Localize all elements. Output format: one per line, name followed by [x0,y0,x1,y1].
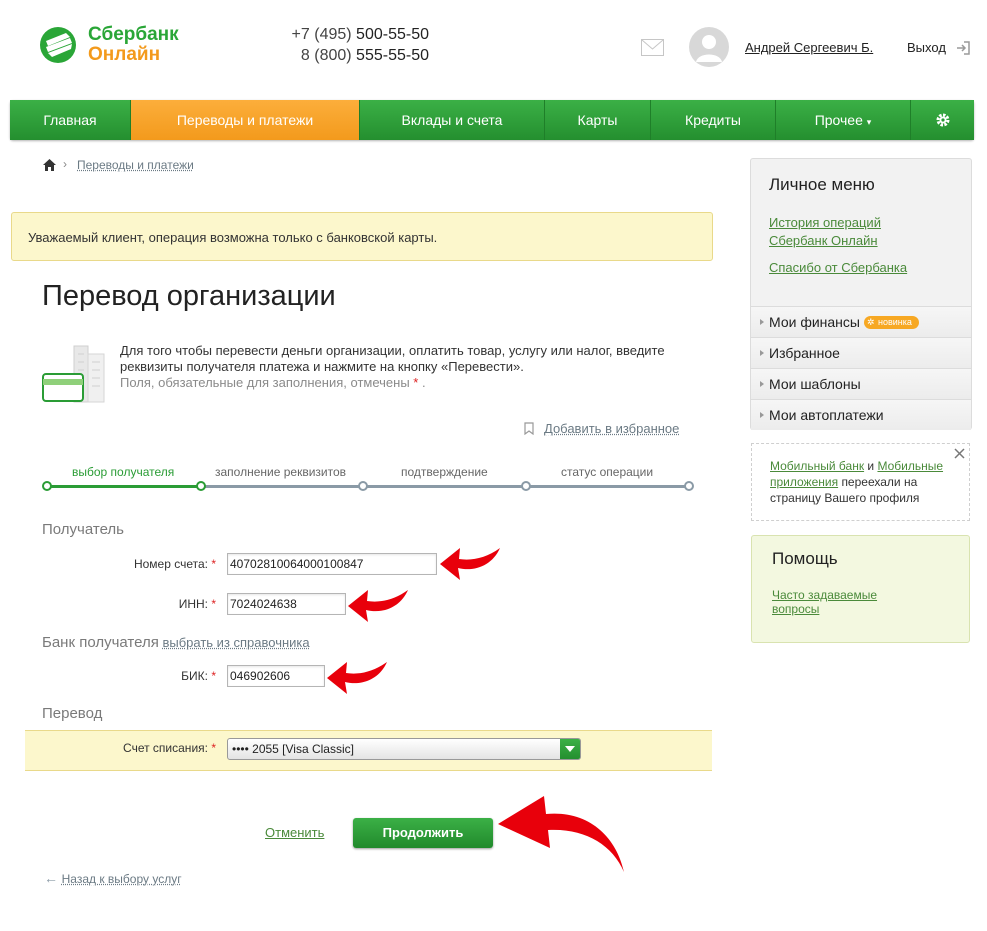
recipient-section-title: Получатель [42,521,124,538]
account-number-input[interactable]: 40702810064000100847 [227,553,437,575]
debit-account-value: •••• 2055 [Visa Classic] [232,742,354,756]
required-star: * [211,557,216,571]
chevron-down-icon: ▾ [866,117,872,127]
step-dot-1 [42,481,52,491]
step-label-3: подтверждение [401,465,488,479]
notice-banner: Уважаемый клиент, операция возможна толь… [11,212,713,261]
phone2-prefix: 8 (800) [300,47,352,64]
debit-account-select[interactable]: •••• 2055 [Visa Classic] [227,738,581,760]
debit-account-label: Счет списания: * [123,741,216,755]
mobile-notice: Мобильный банк и Мобильные приложения пе… [751,443,970,521]
nav-other-label: Прочее [814,112,863,128]
annotation-arrow-icon [440,548,500,580]
back-link-label: Назад к выбору услуг [61,872,182,886]
progress-steps: выбор получателя заполнение реквизитов п… [42,460,697,494]
page-title: Перевод организации [42,280,336,312]
avatar[interactable] [688,26,730,68]
logo[interactable]: Сбербанк Онлайн [36,23,186,67]
logout-icon[interactable] [956,41,970,55]
nav-settings[interactable] [911,100,974,140]
close-icon[interactable] [954,448,965,459]
nav-other[interactable]: Прочее ▾ [776,100,911,140]
breadcrumb-separator-icon: › [63,157,67,171]
annotation-arrow-icon [498,796,624,872]
gear-icon [936,113,949,127]
step-label-2: заполнение реквизитов [215,465,347,479]
continue-button[interactable]: Продолжить [353,818,493,848]
new-badge: новинка [863,316,919,329]
mobile-bank-link[interactable]: Мобильный банк [770,459,864,473]
nav-deposits[interactable]: Вклады и счета [360,100,545,140]
user-name-link[interactable]: Андрей Сергеевич Б. [745,40,873,55]
mail-icon[interactable] [641,39,664,56]
nav-transfers[interactable]: Переводы и платежи [131,100,360,140]
phone1-number: 500-55-50 [356,26,429,43]
menu-templates[interactable]: Мои шаблоны [751,368,971,399]
history-link[interactable]: История операций Сбербанк Онлайн [769,214,881,250]
inn-label: ИНН: * [178,597,216,611]
main-nav: Главная Переводы и платежи Вклады и счет… [10,100,974,140]
step-dot-5 [684,481,694,491]
arrow-left-icon: ← [44,870,58,886]
nav-credits[interactable]: Кредиты [651,100,776,140]
annotation-arrow-icon [348,590,408,622]
add-favorite-label: Добавить в избранное [544,421,680,436]
bik-label: БИК: * [181,669,216,683]
intro-description: Для того чтобы перевести деньги организа… [120,343,665,374]
chevron-down-icon[interactable] [560,739,580,759]
nav-cards[interactable]: Карты [545,100,651,140]
step-dot-3 [358,481,368,491]
bank-section-title: Банк получателя выбрать из справочника [42,634,310,651]
nav-main[interactable]: Главная [10,100,131,140]
menu-my-finances[interactable]: Мои финансыновинка [751,306,971,337]
menu-autopayments[interactable]: Мои автоплатежи [751,399,971,430]
mobile-apps-link[interactable]: Мобильные [877,459,943,473]
personal-menu: Личное меню История операций Сбербанк Он… [750,158,972,430]
step-track-done [47,485,201,488]
breadcrumb-transfers-link[interactable]: Переводы и платежи [77,158,194,172]
faq-link[interactable]: Часто задаваемые вопросы [772,588,877,616]
annotation-arrow-icon [327,662,387,694]
cancel-link[interactable]: Отменить [265,825,324,840]
intro-text: Для того чтобы перевести деньги организа… [120,343,680,391]
bank-section-label: Банк получателя [42,634,159,651]
step-label-4: статус операции [561,465,654,479]
choose-from-directory-link[interactable]: выбрать из справочника [162,635,309,650]
account-label: Номер счета: * [133,557,216,571]
sberbank-logo-icon [40,27,76,63]
logo-line-1: Сбербанк [88,24,179,45]
back-link[interactable]: ← Назад к выбору услуг [44,870,182,886]
logo-line-2: Онлайн [88,44,161,65]
phone-numbers: +7 (495) 500-55-50 8 (800) 555-55-50 [248,24,429,66]
required-hint: Поля, обязательные для заполнения, отмеч… [120,375,426,390]
required-star: * [211,669,216,683]
phone2-number: 555-55-50 [356,47,429,64]
mobile-apps-link-2[interactable]: приложения [770,475,838,489]
phone1-prefix: +7 (495) [291,26,352,43]
personal-menu-title: Личное меню [769,175,875,194]
step-dot-2 [196,481,206,491]
required-star: * [211,741,216,755]
step-label-1: выбор получателя [72,465,175,479]
bik-input[interactable]: 046902606 [227,665,325,687]
logout-link[interactable]: Выход [907,40,946,55]
transfer-section-title: Перевод [42,705,103,722]
bookmark-icon [524,422,534,435]
help-box: Помощь Часто задаваемые вопросы [751,535,970,643]
inn-input[interactable]: 7024024638 [227,593,346,615]
required-star: * [211,597,216,611]
step-dot-4 [521,481,531,491]
thanks-link[interactable]: Спасибо от Сбербанка [769,260,907,275]
menu-favorites[interactable]: Избранное [751,337,971,368]
required-star: * [413,375,419,390]
home-icon[interactable] [42,158,57,172]
building-card-icon [42,345,105,403]
help-title: Помощь [772,549,838,568]
